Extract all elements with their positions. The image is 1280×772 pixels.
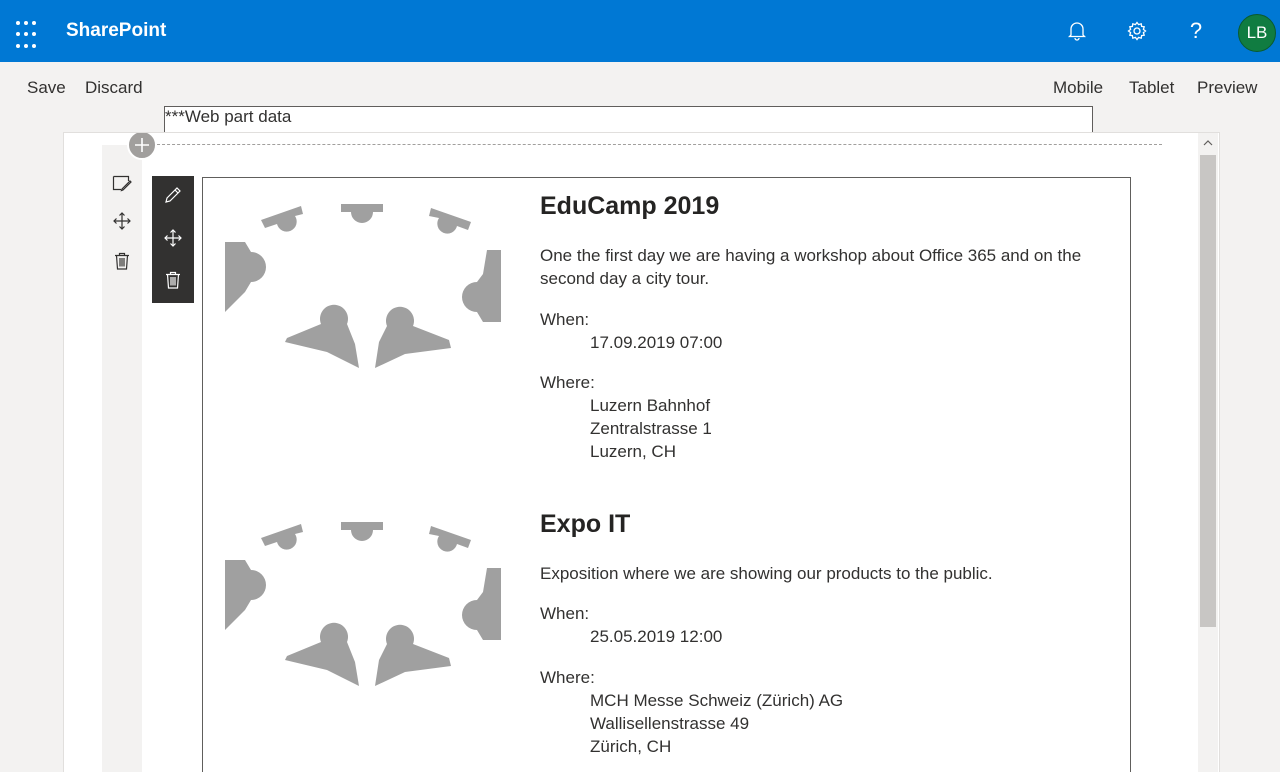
discard-button[interactable]: Discard <box>85 78 143 98</box>
bell-icon[interactable] <box>1061 15 1093 47</box>
gear-icon[interactable] <box>1121 15 1153 47</box>
help-glyph: ? <box>1189 18 1203 43</box>
brand-title[interactable]: SharePoint <box>66 20 166 42</box>
page-canvas: EduCamp 2019 One the first day we are ha… <box>63 132 1220 772</box>
move-section-icon[interactable] <box>110 209 134 233</box>
delete-section-icon[interactable] <box>110 249 134 273</box>
avatar[interactable]: LB <box>1238 14 1276 52</box>
preview-button[interactable]: Preview <box>1197 78 1257 98</box>
move-web-part-icon[interactable] <box>161 226 185 250</box>
event-description: One the first day we are having a worksh… <box>540 246 1082 288</box>
event-title: Expo IT <box>540 510 631 538</box>
event-title: EduCamp 2019 <box>540 192 720 220</box>
events-web-part: EduCamp 2019 One the first day we are ha… <box>202 177 1131 772</box>
event-address-line: Wallisellenstrasse 49 <box>590 714 750 733</box>
event-when-value: 25.05.2019 12:00 <box>590 627 723 646</box>
add-section-button[interactable] <box>127 133 157 160</box>
command-bar: Save Discard ***Web part data Mobile Tab… <box>0 62 1280 726</box>
web-part-toolbar <box>152 176 194 303</box>
suite-bar: SharePoint ? LB <box>0 0 1280 62</box>
event-address-line: MCH Messe Schweiz (Zürich) AG <box>590 691 844 710</box>
event-image <box>225 522 501 686</box>
edit-section-icon[interactable] <box>110 171 134 195</box>
scroll-up-icon[interactable] <box>1198 133 1218 153</box>
event-when-label: When: <box>540 604 590 623</box>
event-where-label: Where: <box>540 373 595 392</box>
event-description: Exposition where we are showing our prod… <box>540 564 993 583</box>
app-launcher-icon[interactable] <box>6 11 46 51</box>
event-when-label: When: <box>540 310 590 329</box>
event-when-value: 17.09.2019 07:00 <box>590 333 723 352</box>
scrollbar-thumb[interactable] <box>1200 155 1216 627</box>
delete-web-part-icon[interactable] <box>161 268 185 292</box>
event-address-line: Zürich, CH <box>590 737 672 756</box>
event-image <box>225 204 501 368</box>
event-address-line: Luzern, CH <box>590 442 676 461</box>
vertical-scrollbar[interactable] <box>1198 133 1218 772</box>
edit-web-part-icon[interactable] <box>161 183 185 207</box>
event-address-line: Zentralstrasse 1 <box>590 419 712 438</box>
event-where-label: Where: <box>540 668 595 687</box>
section-divider <box>142 144 1162 145</box>
avatar-initials: LB <box>1246 23 1268 42</box>
event-address-line: Luzern Bahnhof <box>590 396 711 415</box>
save-button[interactable]: Save <box>27 78 66 98</box>
help-icon[interactable]: ? <box>1180 15 1212 47</box>
section-toolbar <box>102 145 142 772</box>
mobile-preview-button[interactable]: Mobile <box>1053 78 1103 98</box>
tablet-preview-button[interactable]: Tablet <box>1129 78 1174 98</box>
